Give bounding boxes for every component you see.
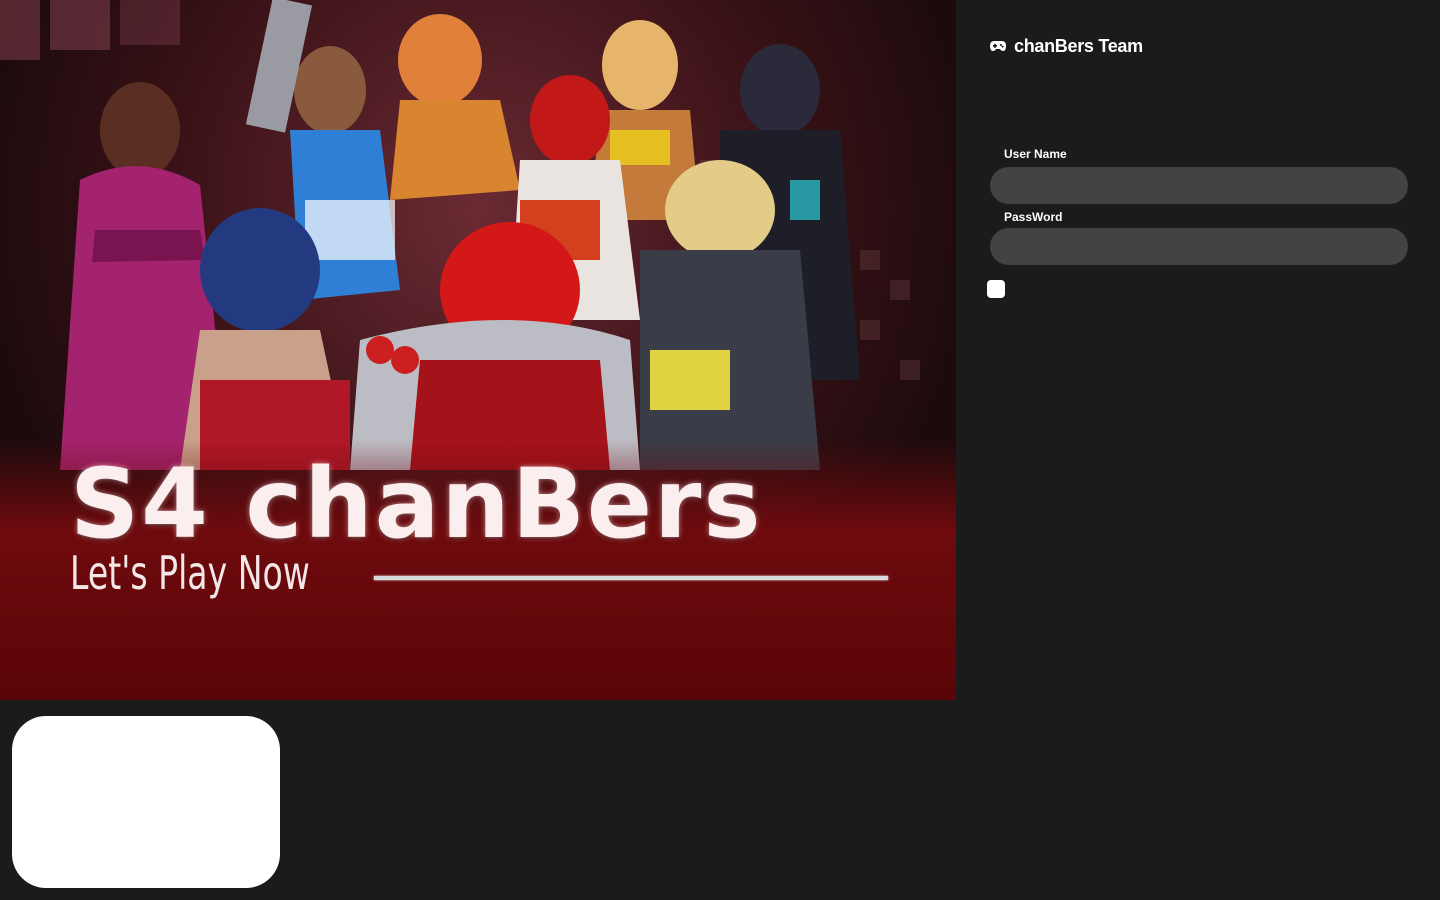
remember-checkbox[interactable] [987, 280, 1005, 298]
brand-name: chanBers Team [1014, 35, 1143, 56]
login-screen: S4 chanBers Let's Play Now chanBers Team… [0, 0, 1440, 900]
username-label: User Name [1004, 147, 1067, 161]
gamepad-icon [990, 41, 1006, 51]
password-input[interactable] [990, 228, 1408, 265]
game-banner: S4 chanBers Let's Play Now [0, 0, 956, 700]
brand-header: chanBers Team [990, 34, 1143, 58]
password-label: PassWord [1004, 210, 1063, 224]
username-input[interactable] [990, 167, 1408, 204]
banner-divider [374, 576, 888, 580]
banner-tagline: Let's Play Now [70, 546, 310, 600]
banner-title: S4 chanBers [70, 448, 763, 560]
info-card [12, 716, 280, 888]
